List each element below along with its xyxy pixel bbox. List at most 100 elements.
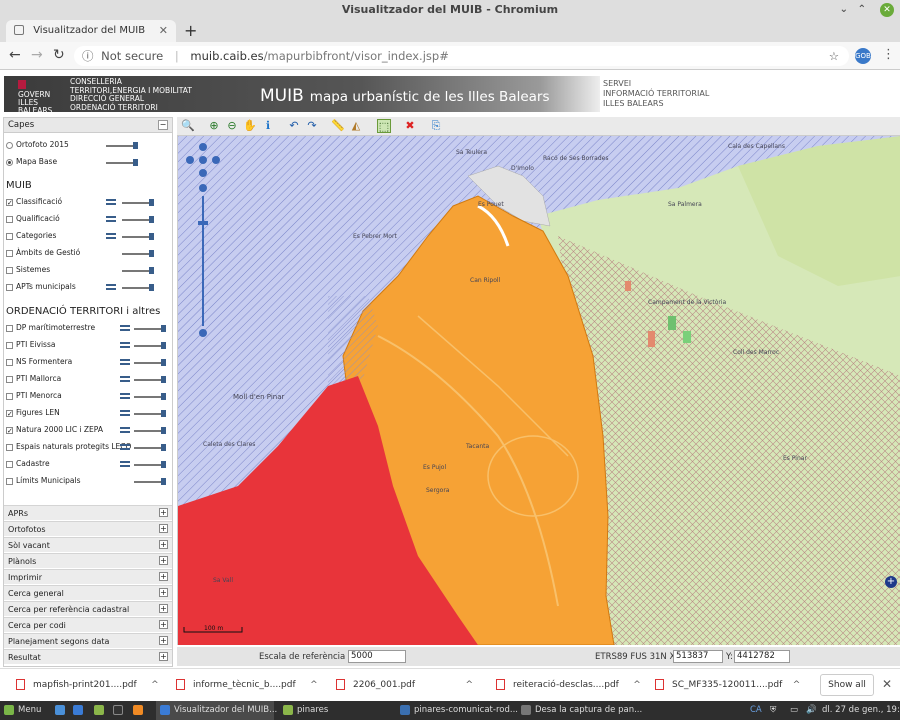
taskbar-window-document[interactable]: pinares-comunicat-rod... — [396, 701, 518, 720]
url-input[interactable]: ⓘ Not secure | muib.caib.es/mapurbibfron… — [74, 46, 849, 66]
panel-sol-vacant[interactable]: Sòl vacant + — [4, 537, 172, 552]
back-icon[interactable]: ← — [9, 47, 21, 63]
taskbar-window-pinares[interactable]: pinares — [279, 701, 389, 720]
layer-ns-formentera[interactable]: NS Formentera — [6, 355, 72, 369]
opacity-slider[interactable] — [122, 267, 154, 274]
forward-icon[interactable]: → — [31, 47, 43, 63]
expand-overview-icon[interactable]: + — [885, 576, 897, 588]
chevron-up-icon[interactable]: ^ — [466, 677, 474, 693]
map-canvas[interactable]: Cala des Capellans Racó de Ses Borrades … — [178, 136, 900, 645]
bookmark-star-icon[interactable]: ☆ — [829, 46, 839, 66]
info-tool-icon[interactable]: ℹ — [261, 119, 275, 133]
panel-cerca-cadastral[interactable]: Cerca per referència cadastral + — [4, 601, 172, 616]
opacity-slider[interactable] — [134, 342, 166, 349]
reload-icon[interactable]: ↻ — [53, 47, 65, 63]
layer-pti-eivissa[interactable]: PTI Eivissa — [6, 338, 55, 352]
slider-knob[interactable] — [133, 142, 138, 149]
expand-icon[interactable]: + — [159, 604, 168, 613]
new-tab-icon[interactable]: + — [184, 21, 197, 40]
panel-imprimir[interactable]: Imprimir + — [4, 569, 172, 584]
chevron-up-icon[interactable]: ^ — [793, 677, 801, 693]
layer-pti-menorca[interactable]: PTI Menorca — [6, 389, 62, 403]
browser-tab[interactable]: Visualitzador del MUIB ✕ — [6, 20, 176, 42]
opacity-slider[interactable] — [122, 216, 154, 223]
opacity-slider[interactable] — [134, 478, 166, 485]
download-item[interactable]: SC_MF335-120011....pdf ^ — [655, 677, 800, 693]
panel-planols[interactable]: Plànols + — [4, 553, 172, 568]
layer-checkbox[interactable] — [6, 460, 13, 468]
close-window-icon[interactable]: ✕ — [880, 3, 894, 17]
y-coordinate-field[interactable]: 4412782 — [734, 650, 790, 663]
legend-icon[interactable] — [106, 199, 116, 205]
slider-knob[interactable] — [149, 250, 154, 257]
download-item[interactable]: informe_tècnic_b....pdf ^ — [176, 677, 318, 693]
profile-avatar[interactable]: GOB — [855, 48, 871, 64]
maximize-icon[interactable]: ⌃ — [858, 0, 866, 20]
slider-knob[interactable] — [149, 267, 154, 274]
keyboard-layout-indicator[interactable]: CA — [750, 701, 762, 720]
shield-icon[interactable]: ⛨ — [770, 701, 776, 720]
expand-icon[interactable]: + — [159, 588, 168, 597]
opacity-slider[interactable] — [122, 284, 154, 291]
taskbar-window-screenshot[interactable]: Desa la captura de pan... — [517, 701, 642, 720]
slider-knob[interactable] — [161, 427, 166, 434]
clock[interactable]: dl. 27 de gen., 19:00 — [822, 701, 900, 720]
layer-categories[interactable]: Categories — [6, 229, 56, 243]
layer-checkbox[interactable] — [6, 443, 13, 451]
layer-natura-2000[interactable]: ✓ Natura 2000 LIC i ZEPA — [6, 423, 103, 437]
legend-icon[interactable] — [120, 393, 130, 399]
opacity-slider[interactable] — [106, 142, 138, 149]
layer-classificacio[interactable]: ✓ Classificació — [6, 195, 62, 209]
legend-icon[interactable] — [120, 444, 130, 450]
info-icon[interactable]: ⓘ — [82, 49, 94, 63]
slider-knob[interactable] — [149, 284, 154, 291]
collapse-panel-button[interactable]: − — [158, 120, 168, 130]
menu-kebab-icon[interactable]: ⋮ — [882, 47, 895, 62]
legend-icon[interactable] — [120, 359, 130, 365]
volume-icon[interactable]: 🔊 — [806, 701, 817, 720]
slider-knob[interactable] — [161, 410, 166, 417]
expand-icon[interactable]: + — [159, 636, 168, 645]
download-item[interactable]: mapfish-print201....pdf ^ — [16, 677, 159, 693]
slider-knob[interactable] — [161, 444, 166, 451]
close-downloads-icon[interactable]: ✕ — [882, 677, 892, 691]
panel-planejament-data[interactable]: Planejament segons data + — [4, 633, 172, 648]
zoom-out-icon[interactable] — [199, 329, 207, 337]
legend-icon[interactable] — [120, 342, 130, 348]
panel-aprs[interactable]: APRs + — [4, 505, 172, 520]
opacity-slider[interactable] — [122, 199, 154, 206]
pan-down-icon[interactable] — [199, 169, 207, 177]
close-tab-icon[interactable]: ✕ — [159, 20, 168, 42]
files-launcher-icon[interactable] — [94, 705, 104, 715]
slider-knob[interactable] — [149, 199, 154, 206]
opacity-slider[interactable] — [134, 393, 166, 400]
minimize-icon[interactable]: ⌄ — [840, 0, 848, 20]
base-layer-ortofoto[interactable]: Ortofoto 2015 — [6, 138, 69, 152]
chevron-up-icon[interactable]: ^ — [633, 677, 641, 693]
layer-checkbox[interactable] — [6, 266, 13, 274]
expand-icon[interactable]: + — [159, 620, 168, 629]
legend-icon[interactable] — [106, 216, 116, 222]
show-all-downloads-button[interactable]: Show all — [820, 674, 874, 696]
layer-checkbox[interactable] — [6, 477, 13, 485]
expand-icon[interactable]: + — [159, 572, 168, 581]
layer-sistemes[interactable]: Sistemes — [6, 263, 50, 277]
slider-knob[interactable] — [161, 359, 166, 366]
slider-knob[interactable] — [149, 233, 154, 240]
clear-icon[interactable]: ✖ — [403, 119, 417, 133]
undo-icon[interactable]: ↶ — [287, 119, 301, 133]
legend-icon[interactable] — [120, 325, 130, 331]
layer-checkbox[interactable] — [6, 358, 13, 366]
layer-figures-len[interactable]: ✓ Figures LEN — [6, 406, 60, 420]
slider-knob[interactable] — [133, 159, 138, 166]
legend-icon[interactable] — [106, 284, 116, 290]
layer-cadastre[interactable]: Cadastre — [6, 457, 50, 471]
opacity-slider[interactable] — [134, 376, 166, 383]
app-launcher-icon[interactable] — [133, 705, 143, 715]
layer-checkbox[interactable]: ✓ — [6, 409, 13, 417]
pan-hand-icon[interactable]: ✋ — [243, 119, 257, 133]
measure-area-icon[interactable]: ◭ — [349, 119, 363, 133]
layer-checkbox[interactable]: ✓ — [6, 198, 13, 206]
layer-checkbox[interactable] — [6, 215, 13, 223]
chevron-up-icon[interactable]: ^ — [151, 677, 159, 693]
